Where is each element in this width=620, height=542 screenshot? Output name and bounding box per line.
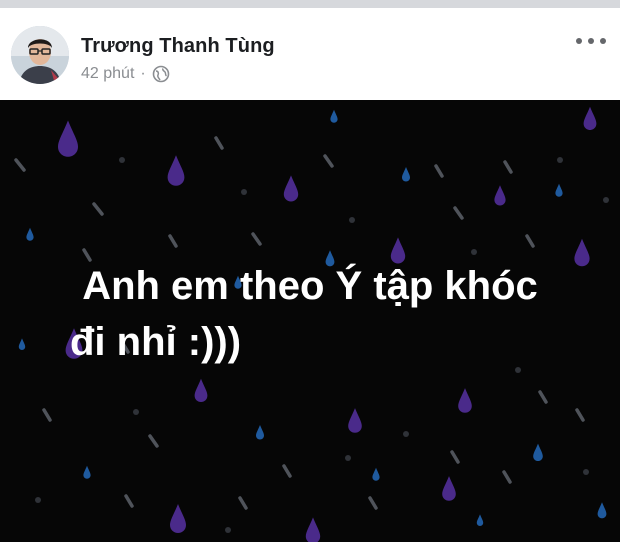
post-header: Trương Thanh Tùng 42 phút ·: [0, 8, 620, 100]
avatar-photo: [11, 26, 69, 84]
post-card: Trương Thanh Tùng 42 phút · Anh em theo …: [0, 8, 620, 542]
caption-line-2: đi nhỉ :))): [70, 320, 242, 364]
meta-separator: ·: [140, 65, 146, 82]
author-avatar[interactable]: [11, 26, 69, 84]
post-image-caption: Anh em theo Ý tập khóc đi nhỉ :))): [0, 258, 620, 370]
more-horizontal-icon[interactable]: [576, 34, 606, 48]
caption-line-1: Anh em theo Ý tập khóc: [82, 264, 538, 308]
post-timestamp[interactable]: 42 phút: [81, 65, 134, 83]
globe-icon[interactable]: [152, 65, 170, 83]
post-image[interactable]: Anh em theo Ý tập khóc đi nhỉ :))): [0, 100, 620, 542]
author-name[interactable]: Trương Thanh Tùng: [81, 35, 275, 58]
post-meta: 42 phút ·: [81, 64, 170, 84]
